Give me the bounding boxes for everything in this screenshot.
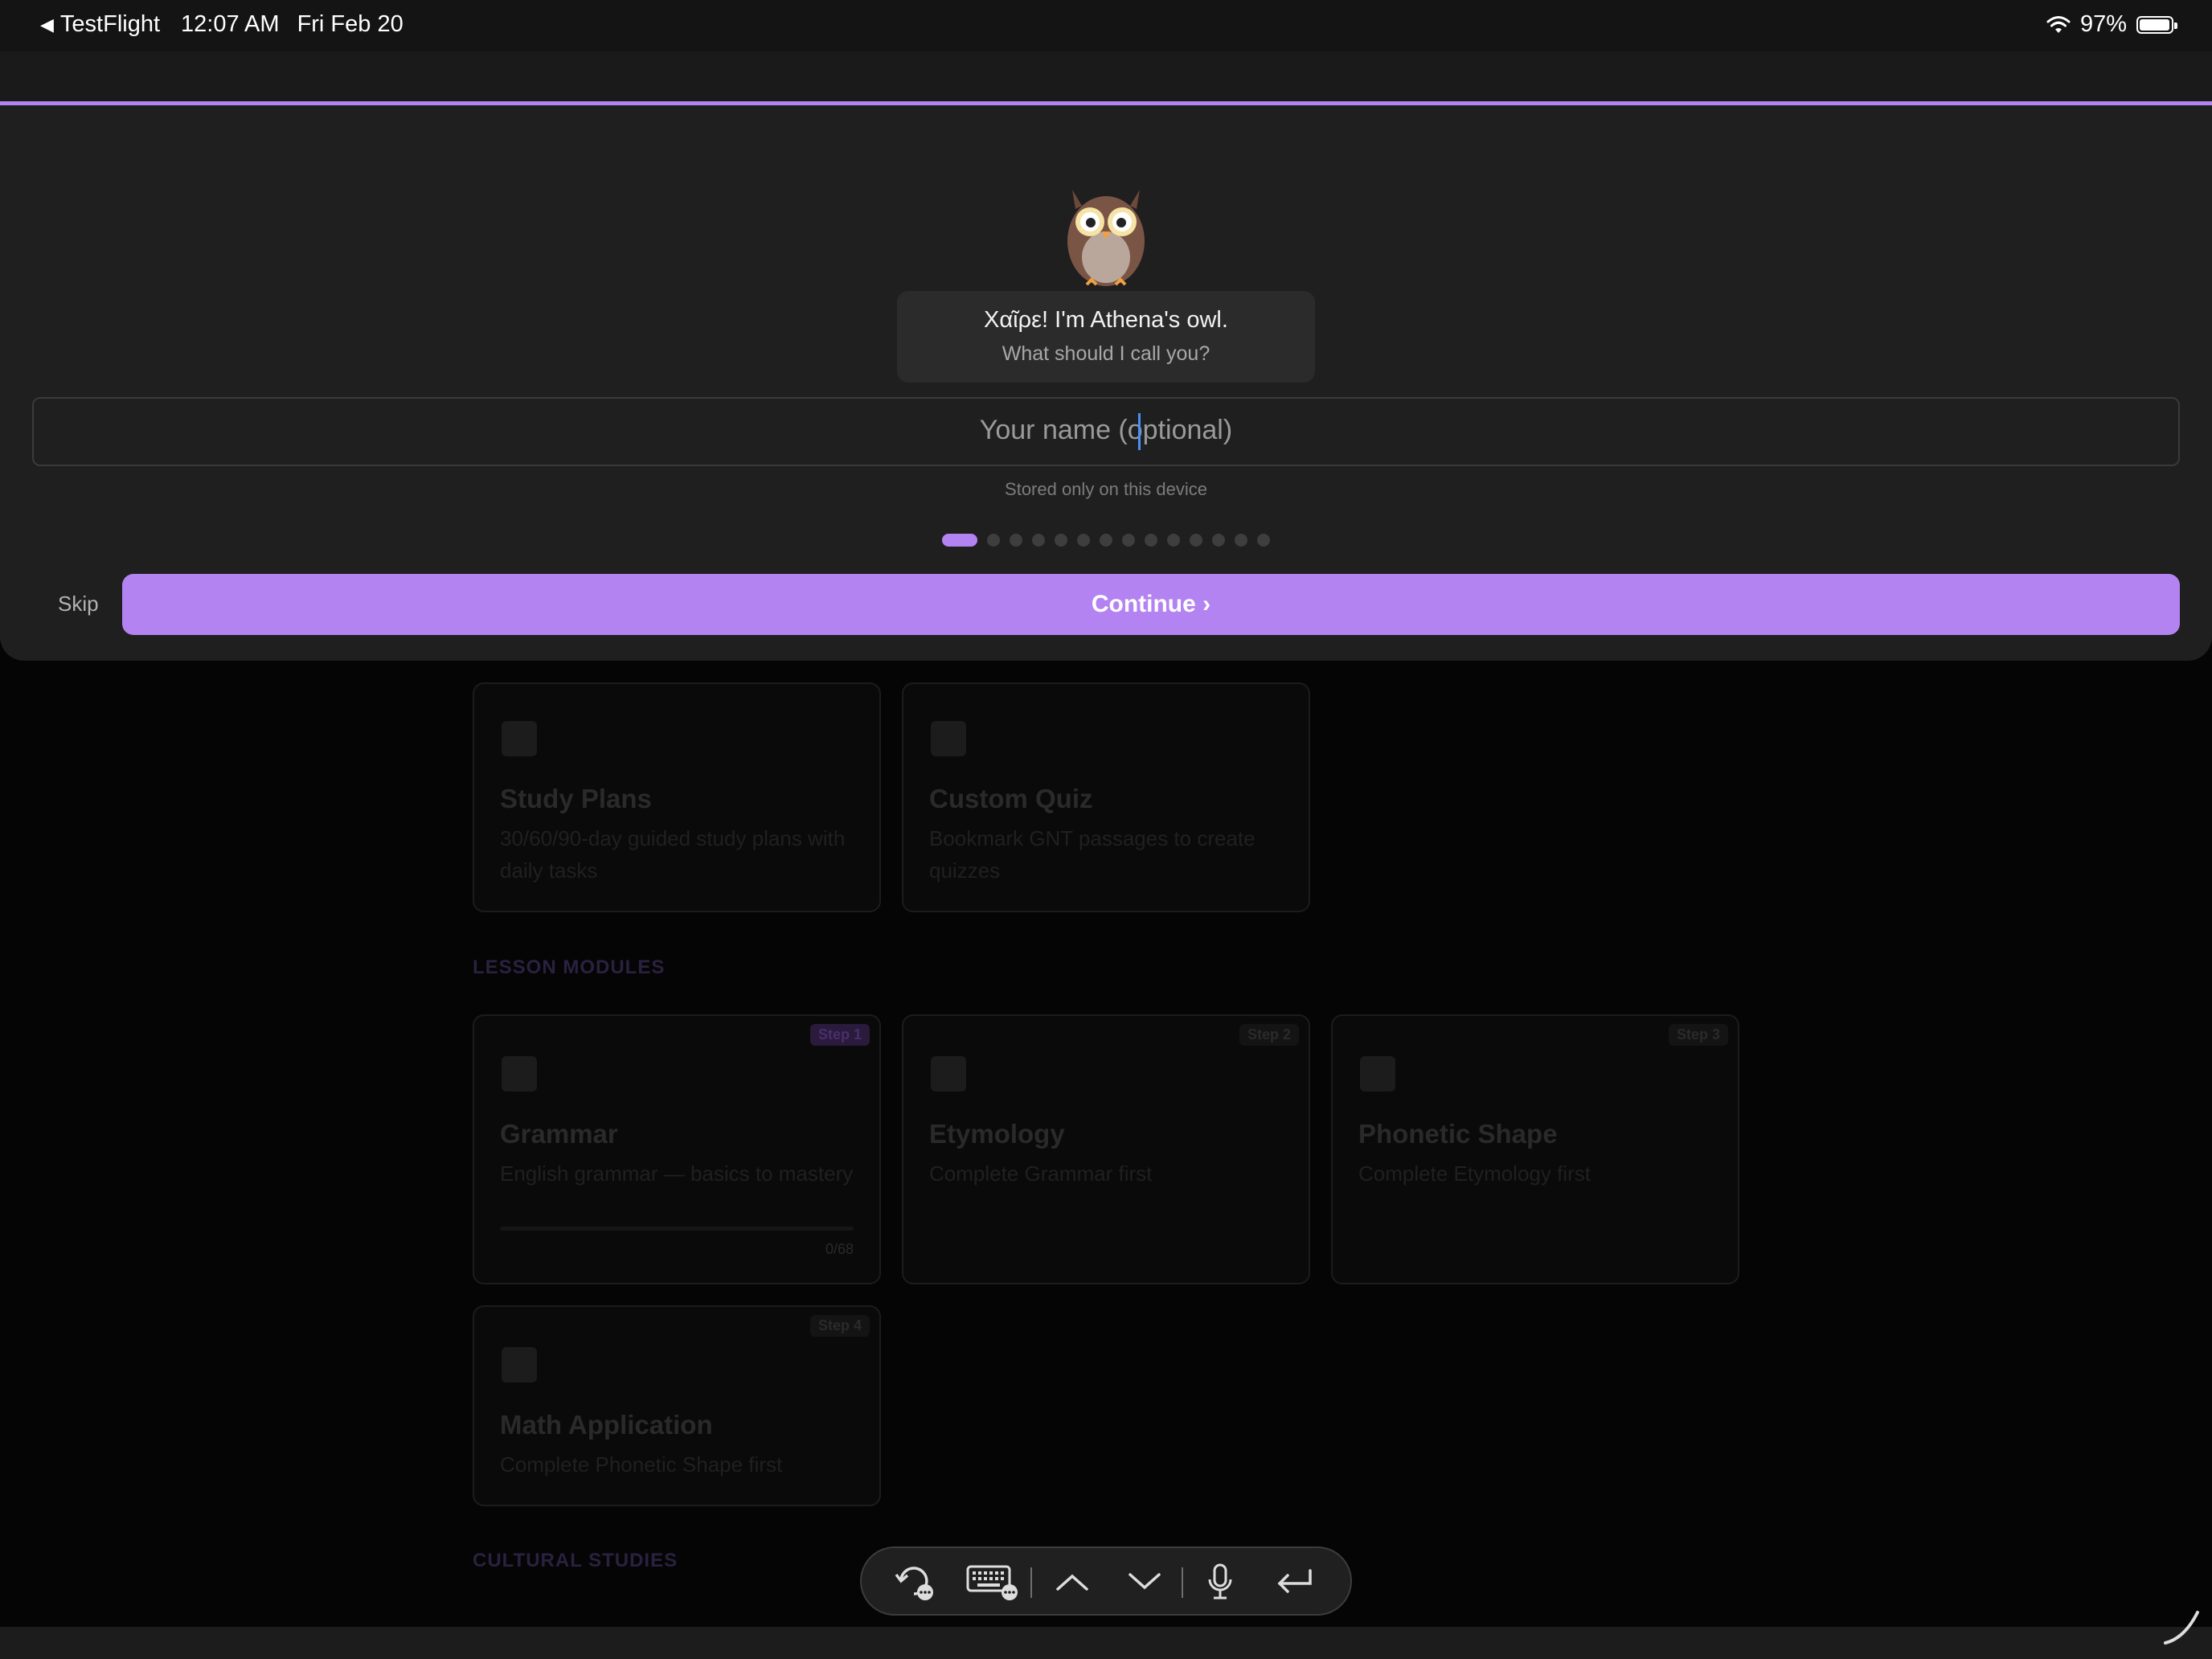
status-time: 12:07 AM (181, 11, 280, 37)
module-progress-count: 0/68 (825, 1241, 854, 1257)
toolbar-separator (1182, 1567, 1183, 1598)
status-bar-right: 97% (2046, 11, 2177, 38)
module-title: Phonetic Shape (1358, 1119, 1558, 1149)
question-text: What should I call you? (1002, 342, 1210, 365)
notebook-icon (931, 721, 966, 756)
chevron-up-icon[interactable] (1048, 1559, 1096, 1604)
skip-button[interactable]: Skip (58, 592, 99, 616)
background-header (0, 51, 2212, 108)
module-description: Complete Etymology first (1358, 1161, 1591, 1186)
lock-icon (502, 1347, 537, 1382)
card-title: Study Plans (500, 784, 652, 813)
book-icon (502, 1056, 537, 1092)
greeting-text: Χαῖρε! I'm Athena's owl. (984, 307, 1228, 333)
card-description: Bookmark GNT passages to create quizzes (929, 826, 1256, 883)
page-dot (1145, 534, 1157, 547)
owl-speech-bubble: Χαῖρε! I'm Athena's owl. What should I c… (897, 291, 1315, 383)
page-dot (1235, 534, 1247, 547)
clipboard-icon (502, 721, 537, 756)
wifi-icon (2046, 15, 2071, 33)
module-card-math-application[interactable]: Step 4 Math Application Complete Phoneti… (473, 1305, 881, 1506)
custom-quiz-card[interactable]: Custom Quiz Bookmark GNT passages to cre… (902, 682, 1310, 912)
step-badge: Step 3 (1668, 1024, 1728, 1046)
module-card-etymology[interactable]: Step 2 Etymology Complete Grammar first (902, 1014, 1310, 1284)
bottom-bar (0, 1627, 2212, 1659)
page-dot (1032, 534, 1045, 547)
back-to-app-link[interactable]: TestFlight (60, 11, 160, 38)
page-dot (1167, 534, 1180, 547)
card-description: 30/60/90-day guided study plans with dai… (500, 826, 846, 883)
page-dot (1100, 534, 1112, 547)
lock-icon (931, 1056, 966, 1092)
undo-icon[interactable] (891, 1559, 939, 1604)
module-description: Complete Grammar first (929, 1161, 1153, 1186)
return-icon[interactable] (1268, 1559, 1320, 1604)
page-dot-active (942, 534, 977, 547)
cultural-studies-heading: CULTURAL STUDIES (473, 1550, 678, 1571)
module-title: Math Application (500, 1410, 713, 1440)
toolbar-separator (1030, 1567, 1032, 1598)
page-dot (1077, 534, 1090, 547)
page-dot (1212, 534, 1225, 547)
module-card-phonetic-shape[interactable]: Step 3 Phonetic Shape Complete Etymology… (1331, 1014, 1739, 1284)
keyboard-toolbar (860, 1546, 1352, 1616)
module-progress-bar (500, 1227, 854, 1231)
pencil-gesture-icon (2164, 1611, 2199, 1645)
step-badge: Step 4 (809, 1315, 870, 1337)
status-bar: ◀ TestFlight 12:07 AM Fri Feb 20 97% (0, 0, 2212, 51)
study-plans-card[interactable]: Study Plans 30/60/90-day guided study pl… (473, 682, 881, 912)
step-badge: Step 1 (809, 1024, 870, 1046)
text-cursor (1138, 413, 1141, 450)
status-bar-left: ◀ TestFlight 12:07 AM Fri Feb 20 (40, 11, 403, 38)
panel-accent-line (0, 101, 2212, 105)
step-badge: Step 2 (1239, 1024, 1299, 1046)
name-input[interactable]: Your name (optional) (32, 397, 2180, 466)
page-dot (987, 534, 1000, 547)
module-card-grammar[interactable]: Step 1 Grammar English grammar — basics … (473, 1014, 881, 1284)
module-description: Complete Phonetic Shape first (500, 1452, 783, 1477)
name-input-placeholder: Your name (optional) (979, 415, 1233, 445)
status-date: Fri Feb 20 (297, 11, 403, 37)
module-title: Grammar (500, 1119, 618, 1149)
module-title: Etymology (929, 1119, 1065, 1149)
continue-button[interactable]: Continue › (122, 574, 2180, 635)
keyboard-icon[interactable] (965, 1559, 1021, 1604)
lesson-modules-heading: LESSON MODULES (473, 956, 666, 978)
module-description: English grammar — basics to mastery (500, 1161, 854, 1186)
battery-percent: 97% (2079, 11, 2127, 37)
back-arrow-icon[interactable]: ◀ (40, 14, 54, 35)
battery-icon (2136, 15, 2177, 34)
owl-icon (1067, 190, 1145, 286)
storage-note: Stored only on this device (1005, 479, 1207, 499)
page-dot (1055, 534, 1067, 547)
page-dot (1122, 534, 1135, 547)
microphone-icon[interactable] (1198, 1559, 1243, 1604)
page-dot (1010, 534, 1022, 547)
card-title: Custom Quiz (929, 784, 1093, 813)
chevron-down-icon[interactable] (1120, 1559, 1169, 1604)
page-dot (1257, 534, 1270, 547)
page-dot (1190, 534, 1202, 547)
page-indicator (942, 534, 1270, 547)
lock-icon (1360, 1056, 1395, 1092)
